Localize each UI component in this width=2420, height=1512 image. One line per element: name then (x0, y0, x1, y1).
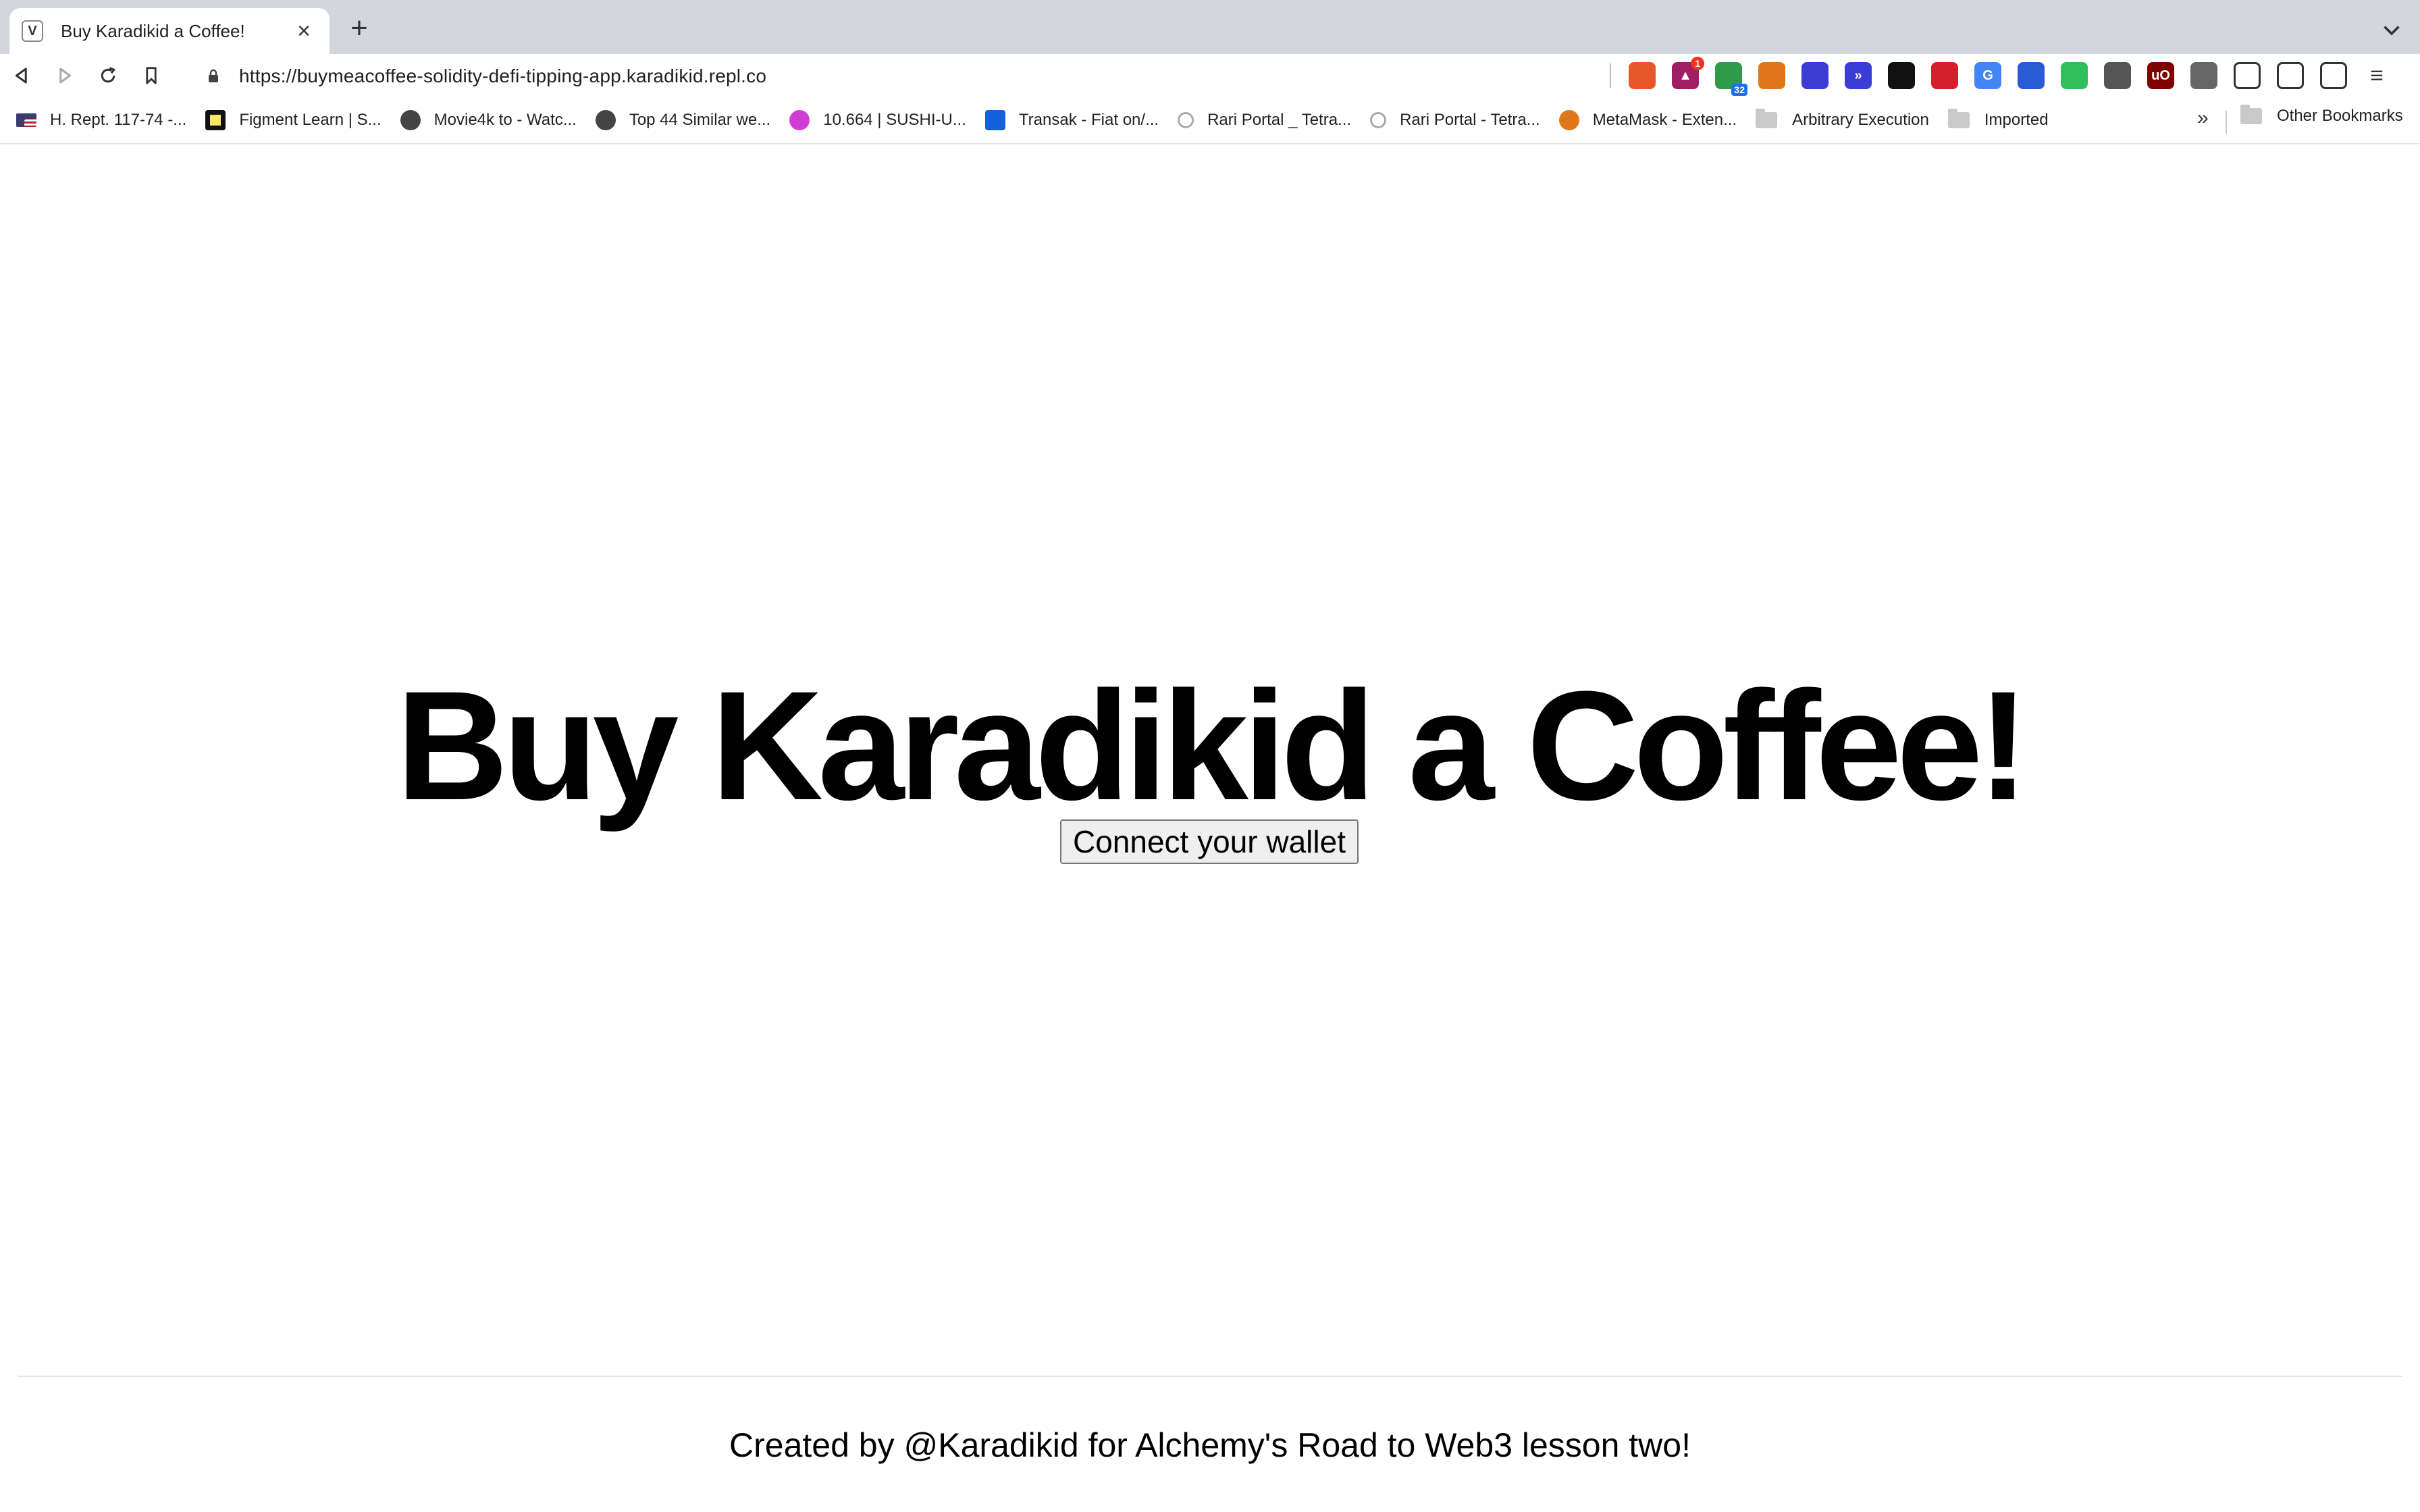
folder-icon (2240, 105, 2262, 124)
address-bar[interactable]: https://buymeacoffee-solidity-defi-tippi… (192, 59, 1612, 93)
back-icon (16, 68, 27, 84)
footer-divider (18, 1376, 2402, 1377)
bookmark-item[interactable]: MetaMask - Exten... (1558, 107, 1737, 134)
bookmark-label: Movie4k to - Watc... (433, 111, 577, 129)
bookmark-label: Transak - Fiat on/... (1018, 111, 1159, 129)
tab-strip: V Buy Karadikid a Coffee! × + (0, 0, 2420, 54)
reload-icon (101, 67, 116, 83)
page-title: Buy Karadikid a Coffee! (396, 659, 2029, 832)
bookmark-item[interactable]: Movie4k to - Watc... (400, 107, 577, 134)
bookmark-label: Rari Portal _ Tetra... (1207, 111, 1352, 129)
tab-title: Buy Karadikid a Coffee! (61, 20, 245, 41)
tab-close-icon[interactable]: × (290, 18, 317, 45)
bookmarks-overflow-button[interactable]: » (2197, 107, 2209, 130)
extension-glyph: uO (2151, 68, 2170, 83)
extension-gear-icon[interactable] (2190, 62, 2217, 89)
bookmark-item[interactable]: Transak - Fiat on/... (984, 107, 1159, 134)
rari-icon (1178, 112, 1194, 128)
folder-icon (1947, 109, 1970, 128)
bookmark-label: Top 44 Similar we... (629, 111, 771, 129)
extension-badge: 1 (1691, 57, 1704, 70)
figment-icon (205, 110, 226, 130)
sidebar-icon[interactable] (2277, 62, 2304, 89)
lock-icon (209, 69, 218, 82)
back-button[interactable] (0, 54, 43, 97)
browser-toolbar: https://buymeacoffee-solidity-defi-tippi… (0, 54, 2420, 97)
wallet-icon[interactable] (2320, 62, 2347, 89)
bookmarks-list: H. Rept. 117-74 -... Figment Learn | S...… (16, 107, 2068, 134)
reload-button[interactable] (86, 54, 130, 97)
brave-rewards-icon[interactable]: ▲ 1 (1672, 57, 1704, 89)
bookmark-icon (146, 67, 157, 84)
transak-icon (984, 110, 1005, 130)
us-flag-icon (16, 113, 36, 127)
forward-icon (59, 68, 71, 84)
bookmark-label: H. Rept. 117-74 -... (50, 111, 187, 129)
toolbar-divider (1610, 63, 1611, 88)
brave-shield-icon[interactable] (1629, 62, 1656, 89)
url-text: https://buymeacoffee-solidity-defi-tippi… (239, 65, 767, 86)
other-bookmarks-label: Other Bookmarks (2277, 107, 2403, 125)
extensions-puzzle-icon[interactable] (2234, 62, 2261, 89)
extensions-area: ▲ 1 32 » GuO ≡ (1621, 54, 2398, 97)
bookmark-label: Imported (1984, 111, 2049, 129)
bookmark-label: Arbitrary Execution (1792, 111, 1929, 129)
google-translate-icon[interactable]: G (1974, 62, 2001, 89)
menu-icon[interactable]: ≡ (2363, 62, 2390, 89)
extension-bird-icon[interactable] (2018, 62, 2045, 89)
bookmark-item[interactable]: Rari Portal _ Tetra... (1178, 107, 1351, 134)
extension-green-icon[interactable] (2061, 62, 2088, 89)
bookmark-label: Figment Learn | S... (239, 111, 382, 129)
bookmark-label: 10.664 | SUSHI-U... (823, 111, 966, 129)
tab-favicon-icon: V (22, 20, 43, 42)
bookmark-label: Rari Portal - Tetra... (1400, 111, 1540, 129)
forward-button[interactable] (43, 54, 86, 97)
bookmark-item[interactable]: Top 44 Similar we... (595, 107, 771, 134)
bookmark-label: MetaMask - Exten... (1592, 111, 1737, 129)
extension-glyph: G (1982, 68, 1993, 83)
bookmark-item[interactable]: 10.664 | SUSHI-U... (789, 107, 966, 134)
rari-icon (1370, 112, 1387, 128)
bookmark-item[interactable]: Imported (1947, 107, 2049, 134)
extension-cube-icon[interactable] (2104, 62, 2131, 89)
new-tab-button[interactable]: + (346, 14, 373, 43)
metamask-icon[interactable] (1758, 62, 1785, 89)
ublock-icon[interactable]: uO (2147, 62, 2174, 89)
bookmark-item[interactable]: Figment Learn | S... (205, 107, 382, 134)
extension-glyph: ≡ (2370, 62, 2384, 88)
other-bookmarks-folder[interactable]: Other Bookmarks (2240, 105, 2403, 126)
extension-glyph: » (1854, 68, 1862, 83)
bookmark-button[interactable] (130, 54, 173, 97)
bookmarks-divider (2226, 111, 2227, 134)
metamask-icon (1558, 110, 1579, 130)
extension-count-badge: 32 (1731, 84, 1747, 96)
extension-glyph: ▲ (1679, 68, 1692, 83)
sushi-icon (789, 110, 810, 130)
tab-counter-icon[interactable]: 32 (1715, 62, 1747, 96)
folder-icon (1756, 109, 1778, 128)
browser-tab[interactable]: V Buy Karadikid a Coffee! × (9, 8, 330, 54)
connect-wallet-button[interactable]: Connect your wallet (1060, 819, 1359, 864)
bookmark-item[interactable]: Rari Portal - Tetra... (1370, 107, 1540, 134)
globe-icon (400, 110, 421, 130)
footer-credit: Created by @Karadikid for Alchemy's Road… (729, 1426, 1691, 1464)
extension-circle-icon[interactable] (1801, 62, 1829, 89)
tab-search-chevron-icon[interactable] (2379, 18, 2404, 42)
globe-icon (595, 110, 616, 130)
extension-dark-icon[interactable] (1888, 62, 1915, 89)
extension-red-icon[interactable] (1931, 62, 1958, 89)
bookmark-item[interactable]: Arbitrary Execution (1756, 107, 1929, 134)
extension-chevrons-icon[interactable]: » (1845, 62, 1872, 89)
bookmarks-bar: H. Rept. 117-74 -... Figment Learn | S...… (0, 97, 2420, 144)
bookmark-item[interactable]: H. Rept. 117-74 -... (16, 107, 186, 134)
